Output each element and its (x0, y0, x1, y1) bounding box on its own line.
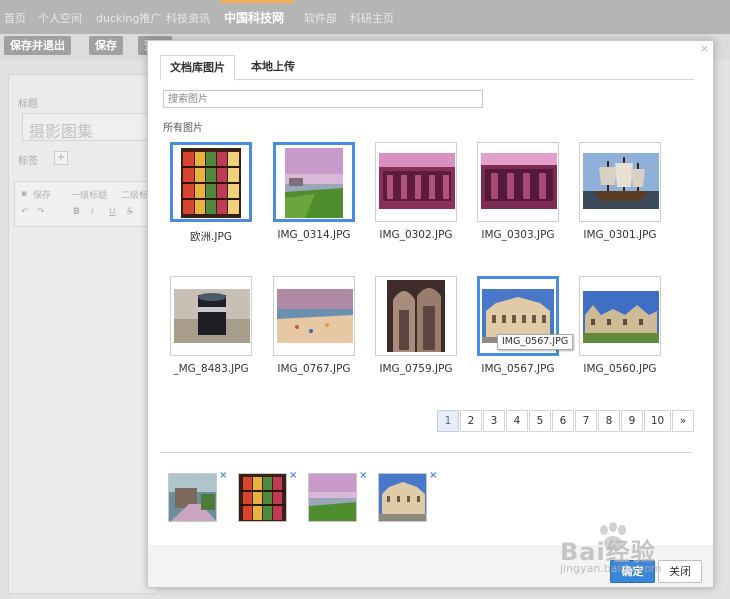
page-button-3[interactable]: 3 (483, 410, 505, 432)
photo-beach-icon (277, 289, 353, 343)
photo-riverbank-icon (285, 148, 343, 218)
thumb-name: IMG_0303.JPG (481, 229, 555, 241)
top-nav-bar: 首页 个人空间 ducking推广 科技资讯 中国科技网 软件部 科研主页 (0, 0, 730, 34)
italic-button[interactable]: I (91, 207, 94, 217)
page-button-5[interactable]: 5 (529, 410, 551, 432)
all-images-label: 所有图片 (163, 123, 203, 134)
thumb-name: IMG_0759.JPG (379, 363, 453, 375)
photo-shop-shelves-icon (239, 474, 286, 521)
tab-library-images[interactable]: 文档库图片 (160, 55, 235, 81)
photo-sailing-ship-icon (583, 153, 659, 209)
page-button-7[interactable]: 7 (575, 410, 597, 432)
nav-item-china-tech[interactable]: 中国科技网 (224, 9, 284, 26)
remove-selected-icon[interactable]: × (219, 471, 227, 481)
page-button-9[interactable]: 9 (621, 410, 643, 432)
thumb-frame (579, 276, 661, 356)
save-and-exit-button[interactable]: 保存并退出 (4, 36, 71, 55)
add-tag-button[interactable]: + (54, 151, 68, 165)
thumb-frame (170, 276, 252, 356)
thumb-name: IMG_0301.JPG (583, 229, 657, 241)
thumb-frame (375, 142, 457, 222)
nav-item-research-home[interactable]: 科研主页 (350, 10, 394, 26)
selected-image-2: × (308, 471, 367, 525)
rich-text-toolbar: ▪ 保存 一级标题 二级标题 ↶ ↷ B I U S (14, 181, 157, 227)
thumb-name: IMG_0302.JPG (379, 229, 453, 241)
tab-local-upload[interactable]: 本地上传 (240, 55, 306, 80)
page-button-10[interactable]: 10 (644, 410, 671, 432)
selected-image-1: × (238, 471, 297, 525)
title-input[interactable]: 摄影图集 (22, 113, 148, 141)
thumb-frame (170, 142, 252, 222)
strike-button[interactable]: S (127, 207, 133, 217)
heading1-button[interactable]: 一级标题 (71, 188, 107, 201)
thumb-name: 欧洲.JPG (190, 231, 232, 243)
photo-riverbank-icon (309, 474, 356, 521)
next-page-button[interactable]: » (672, 410, 694, 432)
photo-ruins-icon (379, 153, 455, 209)
page-button-8[interactable]: 8 (598, 410, 620, 432)
nav-item-promotion[interactable]: ducking推广 (96, 10, 161, 26)
thumb-name: IMG_0567.JPG (481, 363, 555, 375)
baidu-watermark: Bai经验 jingyan.baidu.com (560, 522, 710, 586)
section-divider (160, 452, 692, 453)
page-button-1[interactable]: 1 (437, 410, 459, 432)
thumb-frame (375, 276, 457, 356)
photo-shop-shelves-icon (181, 148, 241, 218)
page-button-2[interactable]: 2 (460, 410, 482, 432)
selected-frame (308, 473, 357, 522)
watermark-url: jingyan.baidu.com (560, 562, 662, 575)
remove-selected-icon[interactable]: × (429, 471, 437, 481)
image-picker-dialog: × 文档库图片 本地上传 所有图片 欧洲.JPG (147, 40, 714, 588)
undo-icon[interactable]: ↶ (21, 207, 29, 217)
image-tooltip: IMG_0567.JPG (497, 334, 574, 350)
redo-icon[interactable]: ↷ (37, 207, 45, 217)
selected-frame (168, 473, 217, 522)
floppy-save-icon[interactable]: ▪ (21, 189, 27, 199)
photo-camera-lens-icon (174, 289, 250, 343)
thumb-name: IMG_0767.JPG (277, 363, 351, 375)
bold-button[interactable]: B (73, 207, 80, 217)
photo-garden-path-icon (169, 474, 216, 521)
thumb-frame (579, 142, 661, 222)
page-button-4[interactable]: 4 (506, 410, 528, 432)
close-icon[interactable]: × (700, 43, 709, 55)
nav-item-home[interactable]: 首页 (4, 10, 26, 26)
toolbar-save-label[interactable]: 保存 (33, 188, 51, 201)
selected-frame (378, 473, 427, 522)
nav-active-indicator (220, 0, 294, 3)
nav-item-software[interactable]: 软件部 (304, 10, 337, 26)
tag-label: 标签 (18, 156, 38, 167)
nav-item-tech-news[interactable]: 科技资讯 (166, 10, 210, 26)
photo-palace-icon (379, 474, 426, 521)
selected-image-0: × (168, 471, 227, 525)
thumb-frame (273, 142, 355, 222)
remove-selected-icon[interactable]: × (289, 471, 297, 481)
thumb-name: _MG_8483.JPG (173, 363, 249, 375)
selected-frame (238, 473, 287, 522)
selected-image-3: × (378, 471, 437, 525)
thumb-frame (477, 142, 559, 222)
underline-button[interactable]: U (109, 207, 116, 217)
page-button-6[interactable]: 6 (552, 410, 574, 432)
photo-ruins-icon (481, 153, 557, 209)
image-search-input[interactable] (163, 90, 483, 108)
save-button[interactable]: 保存 (89, 36, 123, 55)
nav-item-personal-space[interactable]: 个人空间 (38, 10, 82, 26)
remove-selected-icon[interactable]: × (359, 471, 367, 481)
dialog-tabs: 文档库图片 本地上传 (160, 55, 694, 81)
title-label: 标题 (18, 99, 38, 110)
thumb-frame (273, 276, 355, 356)
photo-cathedral-icon (387, 280, 445, 352)
thumb-name: IMG_0560.JPG (583, 363, 657, 375)
photo-chateau-icon (583, 291, 659, 343)
thumb-name: IMG_0314.JPG (277, 229, 351, 241)
